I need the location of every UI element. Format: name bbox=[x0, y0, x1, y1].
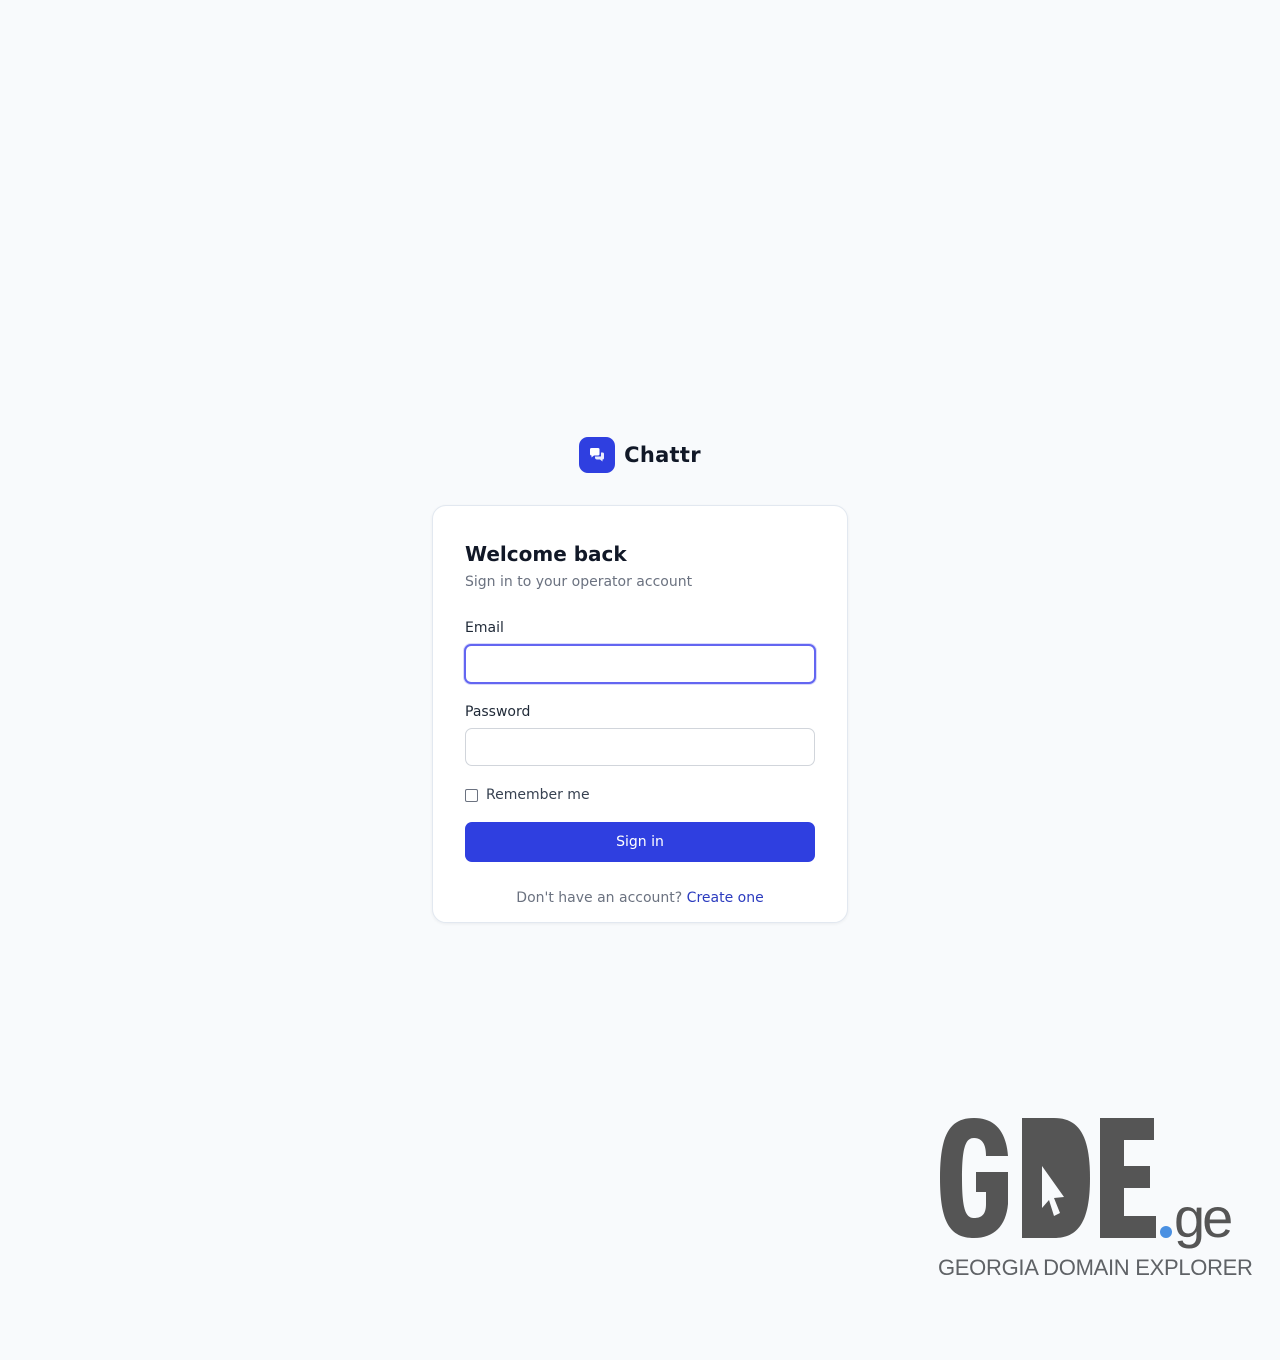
login-card: Welcome back Sign in to your operator ac… bbox=[432, 505, 848, 923]
password-label: Password bbox=[465, 704, 531, 720]
brand-logo bbox=[579, 437, 616, 473]
chat-bubbles-icon bbox=[590, 448, 605, 462]
email-field[interactable] bbox=[464, 644, 816, 684]
signup-row: Don't have an account? Create one bbox=[465, 888, 815, 908]
watermark: ge GEORGIA DOMAIN EXPLORER bbox=[936, 1112, 1253, 1288]
remember-checkbox[interactable] bbox=[465, 788, 478, 802]
login-page: Chattr Welcome back Sign in to your oper… bbox=[0, 0, 1280, 1360]
brand-name: Chattr bbox=[624, 443, 701, 467]
create-account-link[interactable]: Create one bbox=[687, 890, 764, 906]
remember-label[interactable]: Remember me bbox=[486, 787, 590, 803]
email-label: Email bbox=[465, 620, 504, 636]
svg-text:ge: ge bbox=[1174, 1186, 1231, 1249]
password-field[interactable] bbox=[465, 728, 815, 766]
signup-prompt: Don't have an account? bbox=[516, 890, 683, 906]
brand-header: Chattr bbox=[0, 437, 1280, 473]
remember-row: Remember me bbox=[465, 785, 815, 805]
login-subtitle: Sign in to your operator account bbox=[465, 574, 693, 590]
watermark-caption: GEORGIA DOMAIN EXPLORER bbox=[938, 1255, 1253, 1280]
gde-logo: ge bbox=[940, 1118, 1234, 1249]
login-title: Welcome back bbox=[465, 542, 627, 566]
sign-in-button[interactable]: Sign in bbox=[465, 822, 815, 862]
